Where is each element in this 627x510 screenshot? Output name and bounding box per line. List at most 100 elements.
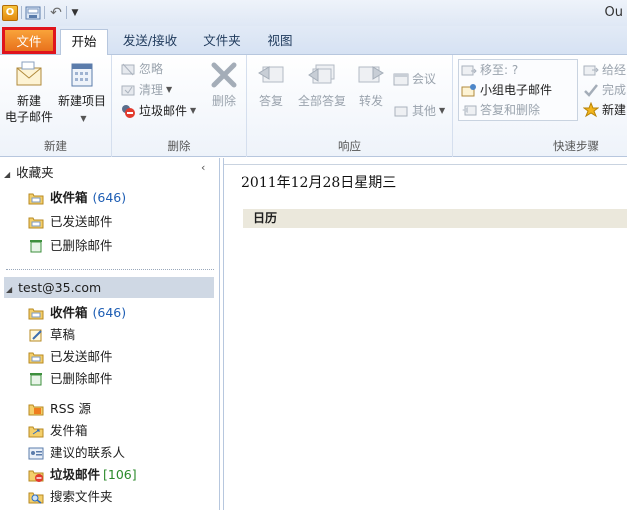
ribbon-group-quick-steps: 移至: ? 小组电子邮件 答复和删除 给经 完成 新建 快速步骤: [453, 55, 627, 157]
more-respond-button[interactable]: 其他 ▼: [393, 101, 445, 121]
account-collapse-triangle-icon[interactable]: ◢: [6, 285, 12, 294]
account-inbox[interactable]: 收件箱 (646): [28, 302, 126, 323]
favorites-sent[interactable]: 已发送邮件: [28, 211, 113, 232]
account-sent[interactable]: 已发送邮件: [28, 346, 113, 367]
junk-button[interactable]: 垃圾邮件 ▼: [120, 101, 196, 121]
junk-label: 垃圾邮件: [139, 104, 188, 118]
ignore-button[interactable]: 忽略: [120, 59, 163, 79]
meeting-icon: [393, 73, 409, 86]
forward-button[interactable]: 转发: [351, 59, 391, 109]
quickstep-reply-delete[interactable]: 答复和删除: [461, 100, 540, 120]
inbox-icon: [28, 193, 44, 204]
account-header[interactable]: ◢ test@35.com: [4, 277, 214, 298]
new-items-button[interactable]: 新建项目 ▼: [56, 59, 108, 127]
account-junk[interactable]: 垃圾邮件 [106]: [28, 464, 137, 485]
tab-send-receive[interactable]: 发送/接收: [114, 29, 186, 55]
reply-all-button[interactable]: 全部答复: [293, 59, 351, 109]
delete-button[interactable]: 删除: [204, 59, 244, 109]
junk-icon: [122, 105, 135, 118]
outlook-app-icon[interactable]: O: [2, 5, 18, 21]
group-label-respond: 响应: [338, 139, 361, 153]
inbox-icon: [28, 308, 44, 319]
new-items-dropdown-icon: ▼: [80, 114, 87, 123]
reply-delete-icon: [462, 105, 477, 116]
quickstep-team-email[interactable]: 小组电子邮件: [461, 80, 552, 100]
favorites-inbox[interactable]: 收件箱 (646): [28, 187, 126, 208]
account-deleted-label: 已删除邮件: [50, 371, 113, 386]
reply-all-label: 全部答复: [297, 94, 346, 108]
group-label-delete: 删除: [167, 139, 191, 153]
ribbon-group-new: 新建 电子邮件 新建项目 ▼ 新建: [0, 55, 112, 157]
account-rss[interactable]: RSS 源: [28, 398, 91, 419]
date-heading: 2011年12月28日星期三: [241, 175, 397, 191]
reply-all-icon: [308, 64, 335, 84]
qa-separator: [66, 6, 67, 19]
more-respond-label: 其他: [412, 104, 437, 118]
group-label-new: 新建: [44, 139, 67, 153]
suggested-contacts-label: 建议的联系人: [50, 445, 126, 460]
customize-quick-access-icon[interactable]: ▼: [70, 4, 80, 21]
favorites-header[interactable]: ◢ 收藏夹: [4, 163, 54, 183]
account-search-folders[interactable]: 搜索文件夹: [28, 486, 113, 507]
account-drafts[interactable]: 草稿: [28, 324, 75, 345]
favorites-label: 收藏夹: [16, 165, 54, 180]
quickstep-create-new[interactable]: 新建: [583, 100, 626, 120]
minimize-nav-pane-icon[interactable]: ‹: [201, 161, 205, 174]
tab-home[interactable]: 开始: [60, 29, 108, 55]
content-top-border: [224, 164, 627, 165]
send-receive-all-icon[interactable]: [25, 4, 41, 21]
group-label-quick-steps: 快速步骤: [553, 139, 599, 153]
calendar-section-bar[interactable]: 日历: [243, 209, 627, 228]
quickstep-done[interactable]: 完成: [583, 80, 626, 100]
more-respond-dropdown-icon: ▼: [439, 106, 446, 115]
junk-folder-label: 垃圾邮件: [50, 467, 101, 482]
new-email-button[interactable]: 新建 电子邮件: [4, 59, 54, 125]
deleted-items-icon: [30, 372, 42, 385]
new-items-label: 新建项目: [57, 94, 106, 108]
new-email-icon: [16, 61, 42, 86]
delete-x-icon: [211, 62, 237, 88]
to-manager-label: 给经: [602, 63, 627, 77]
contacts-card-icon: [28, 447, 44, 459]
ribbon: 新建 电子邮件 新建项目 ▼ 新建 忽略 清理 ▼ 垃圾邮件 ▼ 删除 删除 答…: [0, 55, 627, 157]
account-suggested-contacts[interactable]: 建议的联系人: [28, 442, 125, 463]
outbox-icon: [28, 426, 44, 437]
collapse-triangle-icon[interactable]: ◢: [4, 170, 10, 179]
sent-items-icon: [28, 217, 44, 228]
drafts-icon: [29, 329, 42, 341]
to-manager-icon: [583, 65, 599, 76]
more-respond-icon: [394, 106, 408, 117]
favorites-deleted[interactable]: 已删除邮件: [28, 235, 113, 256]
junk-folder-count: [106]: [103, 467, 137, 482]
tab-file[interactable]: 文件: [2, 27, 56, 54]
clean-icon: [121, 85, 135, 96]
team-email-icon: [461, 84, 476, 97]
tab-folder[interactable]: 文件夹: [196, 29, 248, 55]
window-title: Ou: [604, 5, 623, 20]
done-label: 完成: [602, 83, 627, 97]
clean-button[interactable]: 清理 ▼: [120, 80, 172, 100]
qa-separator: [44, 6, 45, 19]
clean-dropdown-icon: ▼: [166, 85, 173, 94]
inbox-unread-count: (646): [92, 190, 127, 205]
account-inbox-label: 收件箱: [50, 305, 88, 320]
meeting-button[interactable]: 会议: [393, 69, 436, 89]
quickstep-to-manager[interactable]: 给经: [583, 60, 626, 80]
inbox-label: 收件箱: [50, 190, 88, 205]
move-to-label: 移至: ?: [480, 63, 519, 77]
reply-icon: [258, 66, 284, 83]
move-to-icon: [461, 65, 477, 76]
undo-icon[interactable]: ↶: [48, 4, 64, 21]
account-sent-label: 已发送邮件: [50, 349, 113, 364]
rss-feed-icon: [28, 404, 44, 415]
reply-button[interactable]: 答复: [251, 59, 291, 109]
account-outbox[interactable]: 发件箱: [28, 420, 88, 441]
sent-label: 已发送邮件: [50, 214, 113, 229]
reply-label: 答复: [258, 94, 283, 108]
account-deleted[interactable]: 已删除邮件: [28, 368, 113, 389]
reply-delete-label: 答复和删除: [480, 103, 541, 117]
new-items-icon: [71, 63, 93, 87]
quickstep-move-to[interactable]: 移至: ?: [461, 60, 518, 80]
new-email-label-2: 电子邮件: [4, 110, 53, 124]
tab-view[interactable]: 视图: [258, 29, 302, 55]
